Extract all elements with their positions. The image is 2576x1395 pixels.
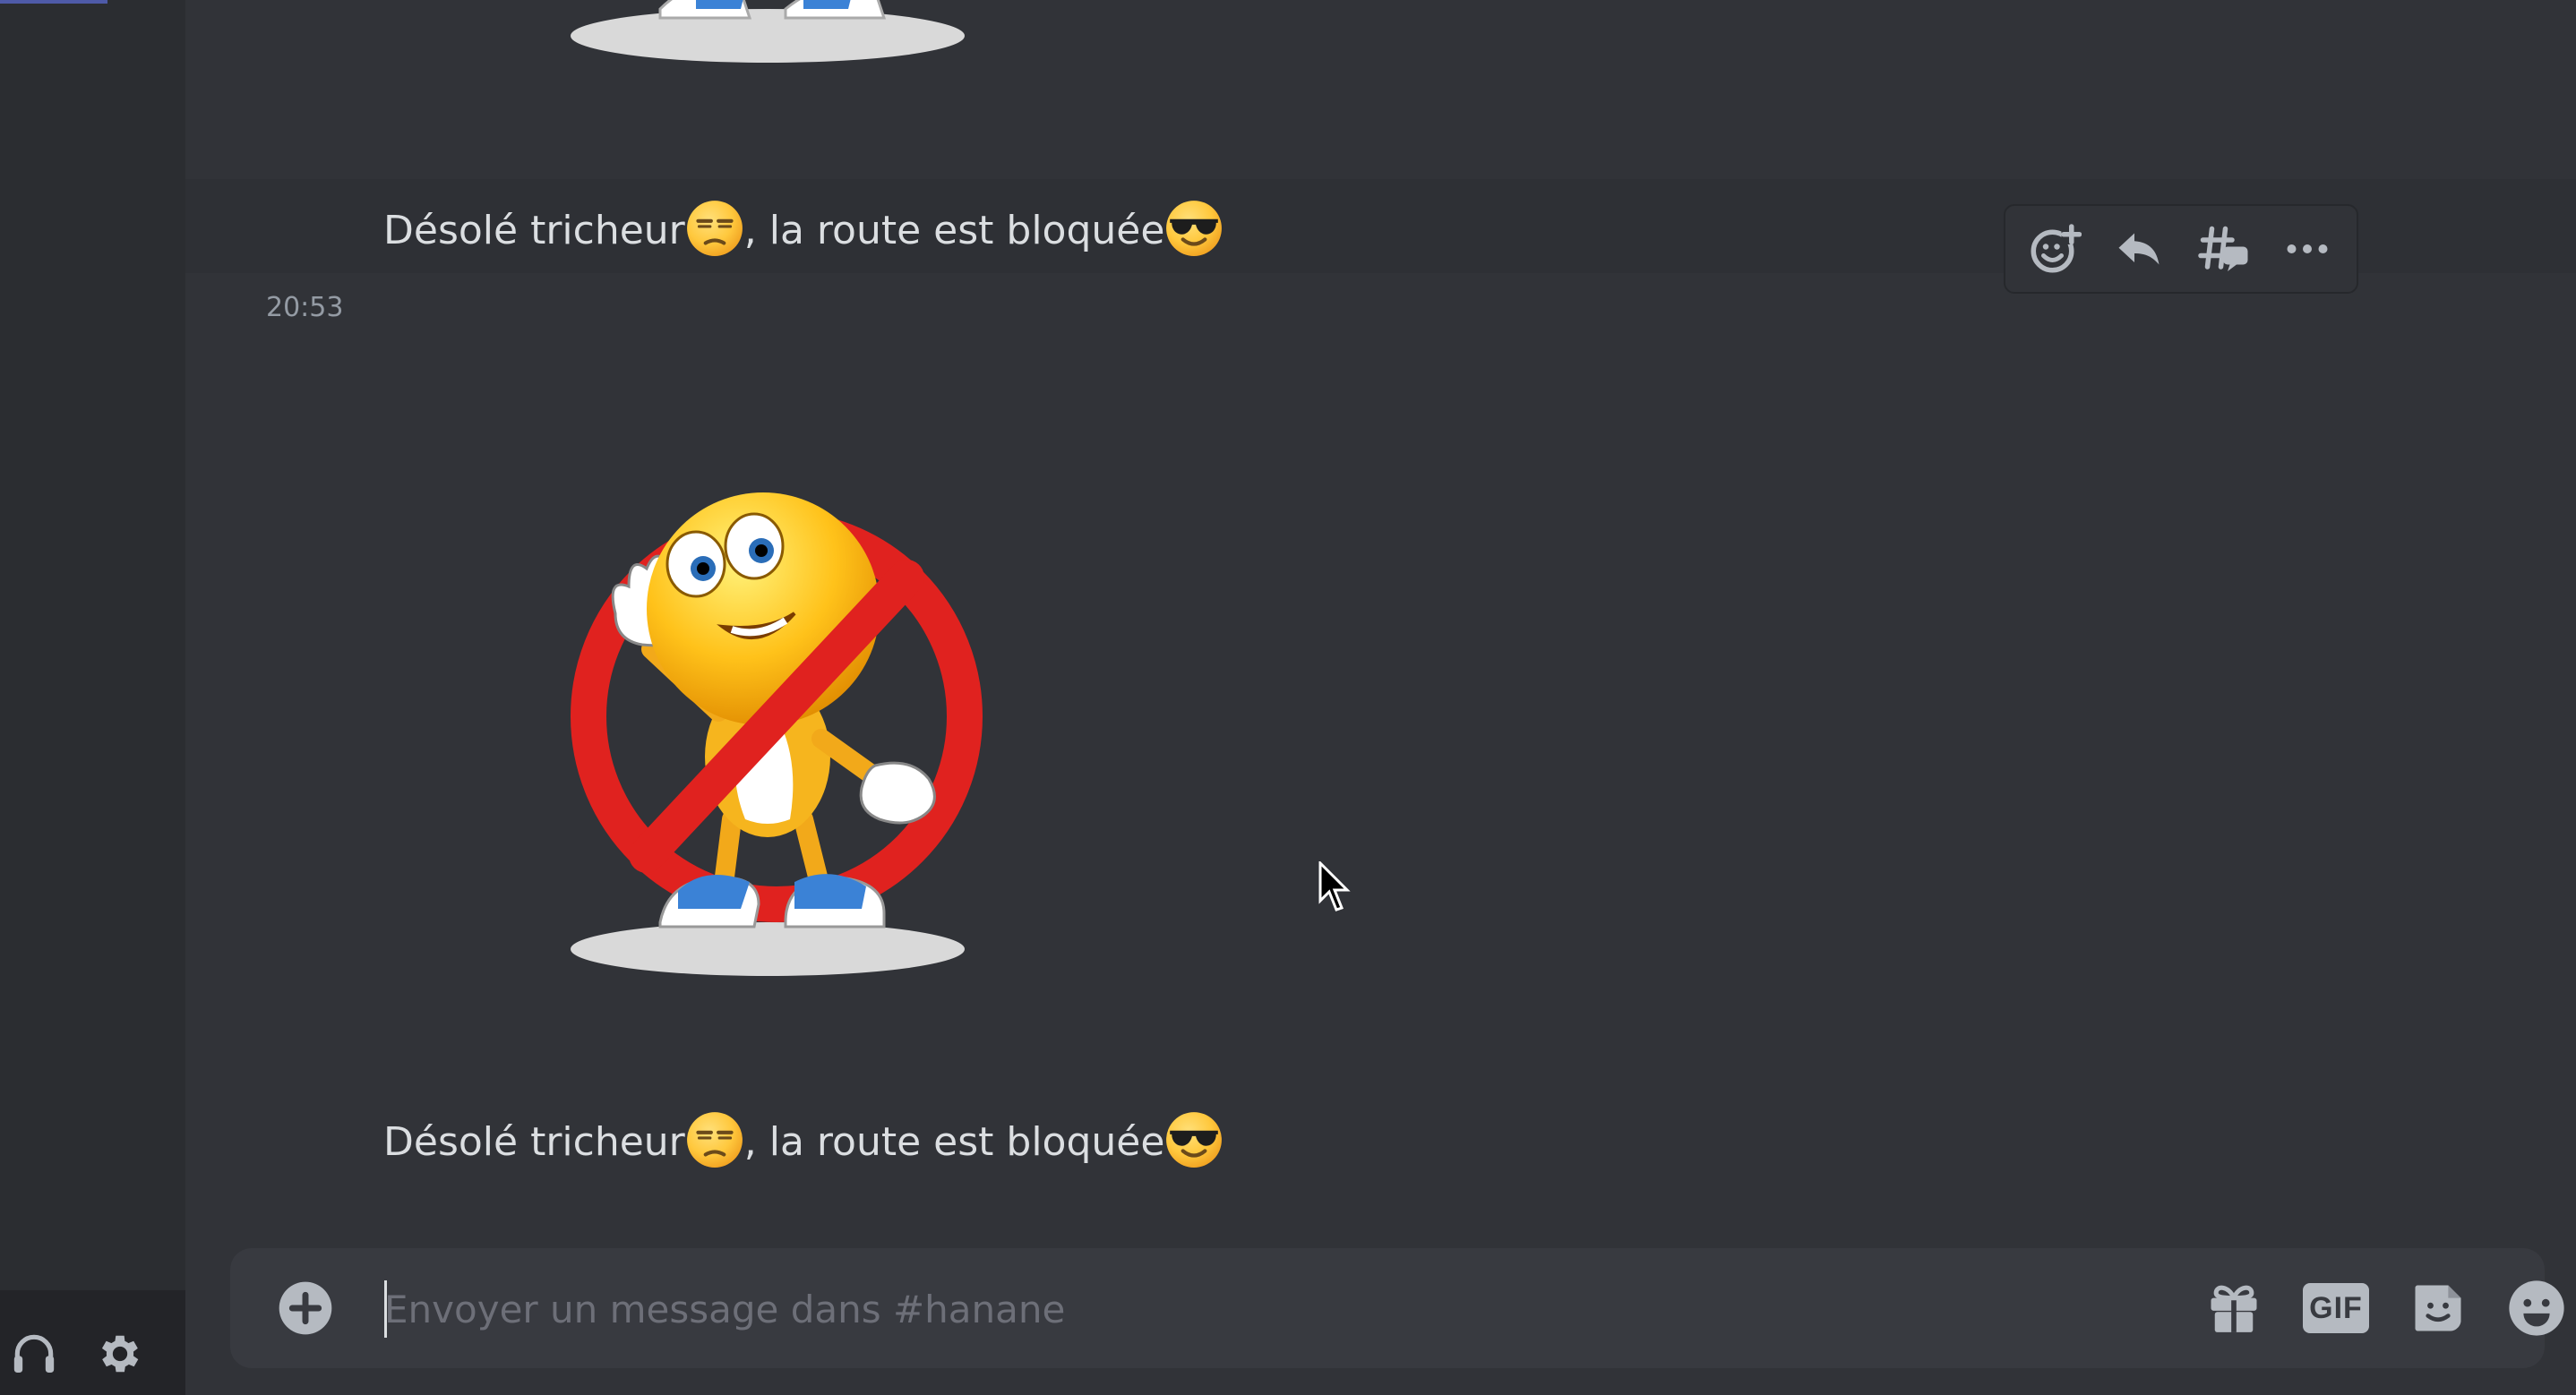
headphones-icon[interactable] [9,1329,59,1379]
gif-icon[interactable]: GIF [2300,1272,2372,1344]
message-composer: GIF [230,1248,2564,1368]
gif-label: GIF [2303,1283,2369,1333]
sunglasses-face-emoji [1164,199,1224,258]
create-thread-icon[interactable] [2187,213,2259,285]
text-caret [384,1280,387,1338]
sticker-image-previous[interactable] [544,0,992,72]
sticker-icon[interactable] [2402,1272,2474,1344]
gear-icon[interactable] [95,1329,145,1379]
mouse-cursor [1318,860,1354,917]
user-panel [0,1290,185,1395]
no-cheating-smiley-sticker[interactable] [544,461,992,989]
unamused-face-emoji [685,1110,744,1169]
emoji-icon[interactable] [2501,1272,2572,1344]
sunglasses-face-emoji [1164,1110,1224,1169]
plus-circle-icon[interactable] [273,1276,338,1340]
message-input[interactable] [382,1268,2294,1350]
add-reaction-icon[interactable] [2019,213,2091,285]
gift-icon[interactable] [2198,1272,2270,1344]
more-icon[interactable] [2271,213,2343,285]
message-text-end: , la route est bloquée [743,208,1165,253]
discord-app: Désolé tricheur , la route est bloquée 20… [0,0,2576,1395]
message-text-start: Désolé tricheur [383,1119,685,1165]
message-row[interactable]: Désolé tricheur , la route est bloquée [185,1094,2576,1188]
message-text-start: Désolé tricheur [383,208,685,253]
reply-icon[interactable] [2103,213,2175,285]
message-text-end: , la route est bloquée [743,1119,1165,1165]
channel-sidebar [0,0,185,1395]
message-timestamp: 20:53 [266,292,344,323]
message-content: Désolé tricheur , la route est bloquée [383,204,1224,258]
sidebar-top-indicator [0,0,107,4]
chat-area: Désolé tricheur , la route est bloquée 20… [185,0,2576,1395]
unamused-face-emoji [685,199,744,258]
message-content: Désolé tricheur , la route est bloquée [383,1116,1224,1169]
